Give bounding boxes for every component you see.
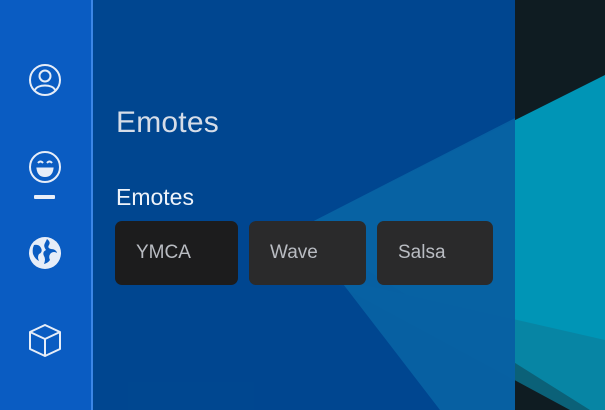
active-tab-indicator: [34, 195, 55, 199]
page-title: Emotes: [116, 106, 219, 139]
profile-icon: [29, 64, 61, 96]
sidebar-item-emotes[interactable]: [22, 144, 68, 190]
cube-icon: [29, 324, 61, 357]
emote-button-wave[interactable]: Wave: [249, 221, 366, 285]
section-title: Emotes: [116, 184, 194, 210]
emote-label: YMCA: [136, 242, 191, 263]
sidebar-item-world[interactable]: [22, 230, 68, 276]
emote-button-salsa[interactable]: Salsa: [377, 221, 493, 285]
sidebar: [0, 0, 93, 410]
sidebar-item-profile[interactable]: [22, 57, 68, 103]
emote-label: Salsa: [398, 242, 446, 263]
sidebar-item-items[interactable]: [22, 317, 68, 363]
globe-icon: [29, 237, 61, 269]
emote-button-ymca[interactable]: YMCA: [115, 221, 238, 285]
emote-label: Wave: [270, 242, 318, 263]
smiley-icon: [29, 151, 61, 183]
